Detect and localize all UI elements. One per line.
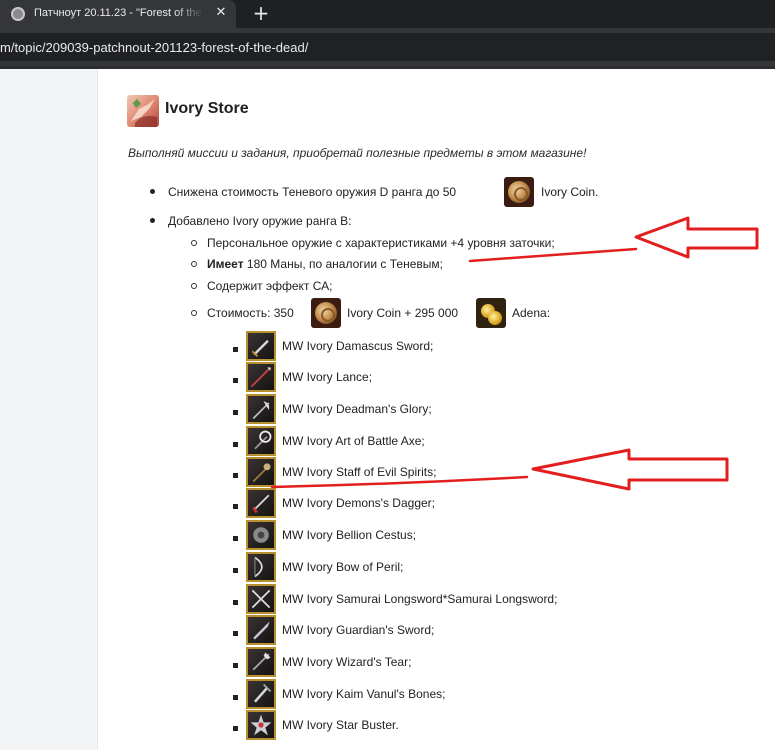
annotation-overlay [270, 216, 759, 491]
annotation-underline-1 [468, 247, 638, 263]
annotation-arrow-2 [531, 448, 729, 491]
annotation-arrow-1 [634, 216, 759, 259]
annotation-underline-2 [270, 475, 529, 489]
